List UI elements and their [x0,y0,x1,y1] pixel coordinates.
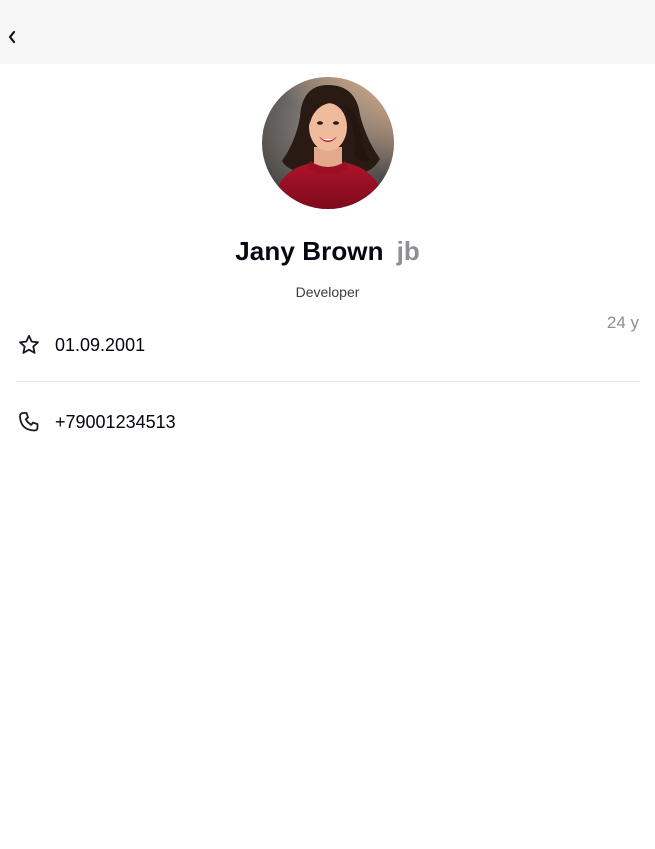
profile-age: 24 y [606,313,639,332]
phone-row[interactable]: +79001234513 [16,409,639,435]
divider [16,381,639,382]
birthday-value: 01.09.2001 [55,334,146,355]
name-row: Jany Brown jb [0,236,655,272]
birthday-row: 01.09.2001 [16,332,639,358]
avatar [262,77,394,209]
phone-icon [16,409,42,435]
top-bar [0,0,655,64]
back-button[interactable] [2,26,22,48]
profile-name: Jany Brown [235,236,384,266]
profile-nickname: jb [396,236,420,266]
phone-value[interactable]: +79001234513 [55,412,176,433]
chevron-left-icon [8,30,16,44]
profile-position: Developer [295,284,360,300]
star-icon [16,332,42,358]
